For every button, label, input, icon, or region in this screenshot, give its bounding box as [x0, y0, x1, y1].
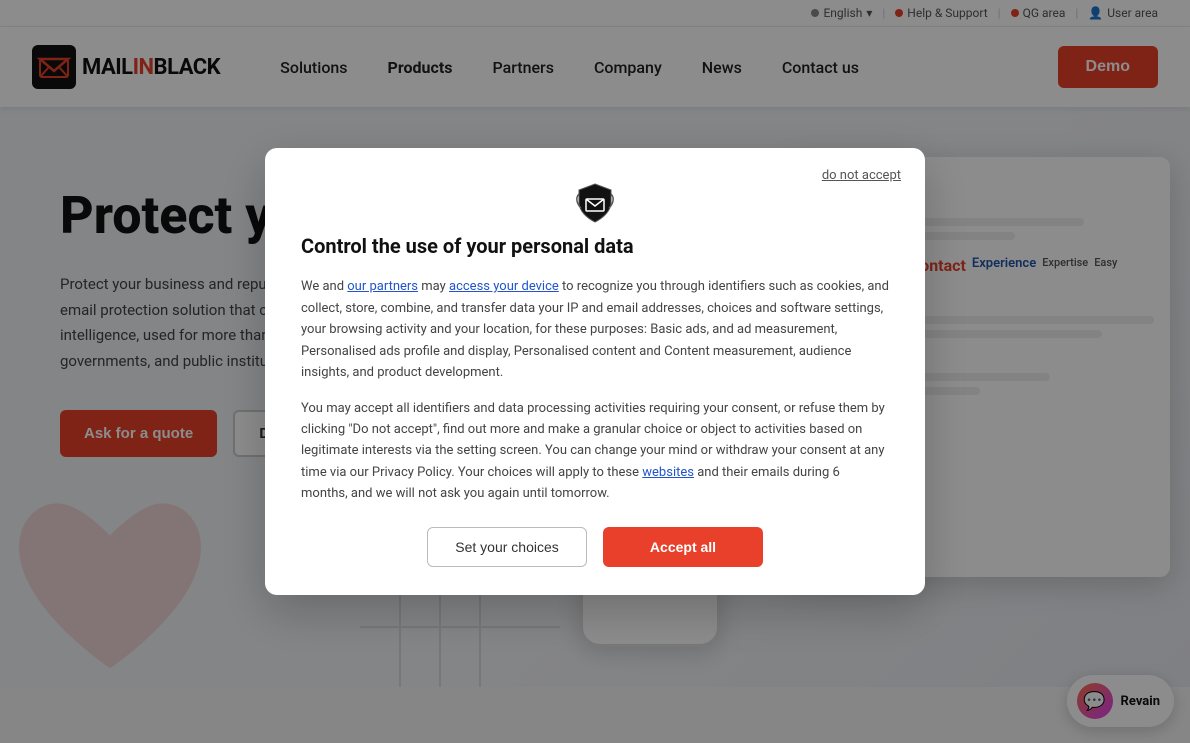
modal-actions: Set your choices Accept all — [301, 527, 889, 567]
modal-title: Control the use of your personal data — [301, 234, 889, 258]
do-not-accept-link[interactable]: do not accept — [822, 168, 901, 183]
partners-link[interactable]: our partners — [347, 279, 418, 294]
set-choices-button[interactable]: Set your choices — [427, 527, 587, 567]
consent-modal: do not accept Control the use of your pe… — [265, 148, 925, 594]
shield-icon — [573, 180, 617, 224]
modal-body-p2: You may accept all identifiers and data … — [301, 398, 889, 505]
device-link[interactable]: access your device — [449, 279, 559, 294]
modal-shield-icon-wrapper — [301, 180, 889, 224]
accept-all-button[interactable]: Accept all — [603, 527, 763, 567]
websites-link[interactable]: websites — [642, 465, 694, 480]
modal-overlay[interactable]: do not accept Control the use of your pe… — [0, 0, 1190, 743]
modal-body-p1: We and our partners may access your devi… — [301, 276, 889, 383]
